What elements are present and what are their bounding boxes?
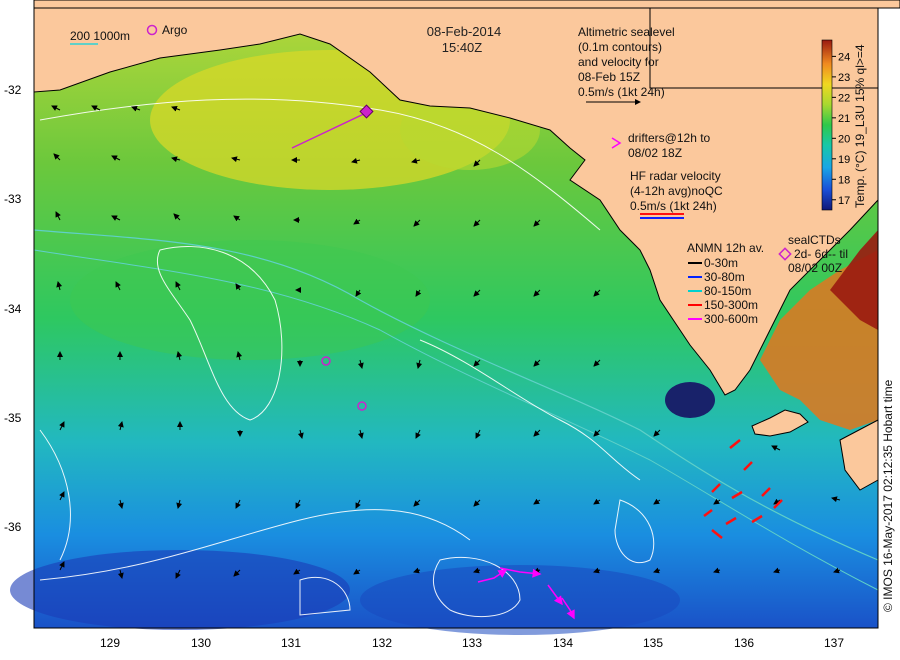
map-panel (10, 0, 900, 635)
hf-radar-legend: HF radar velocity (4-12h avg)noQC 0.5m/s… (630, 169, 723, 219)
altimetry-line: Altimetric sealevel (578, 25, 675, 39)
x-tick-label: 132 (372, 636, 392, 650)
colorbar-tick-label: 19 (838, 154, 850, 166)
altimetry-scale: 0.5m/s (1kt 24h) (578, 85, 665, 99)
y-tick-label: -34 (4, 302, 22, 316)
anmn-item-label: 150-300m (704, 298, 758, 312)
colorbar-ramp (821, 39, 833, 211)
x-tick-label: 135 (643, 636, 663, 650)
anmn-item-label: 300-600m (704, 312, 758, 326)
y-tick-label: -35 (4, 411, 22, 425)
x-tick-label: 130 (191, 636, 211, 650)
seal-ctd-legend: sealCTDs 2d- 6d-- til 08/02 00Z (778, 233, 848, 275)
altimetry-line: (0.1m contours) (578, 40, 662, 54)
colorbar-tick-label: 24 (838, 51, 850, 63)
x-tick-label: 129 (100, 636, 120, 650)
colorbar-tick-label: 22 (838, 92, 850, 104)
hf-radar-line: HF radar velocity (630, 169, 721, 183)
anmn-item-label: 0-30m (704, 256, 738, 270)
y-tick-label: -32 (4, 83, 22, 97)
y-tick-label: -33 (4, 192, 22, 206)
hf-radar-line: (4-12h avg)noQC (630, 184, 723, 198)
cool-patch (70, 240, 430, 360)
map-date: 08-Feb-2014 (427, 24, 501, 39)
bathymetry-legend-label: 200 1000m (70, 29, 130, 43)
x-tick-label: 137 (824, 636, 844, 650)
anmn-item-label: 80-150m (704, 284, 751, 298)
seal-ctd-line: 08/02 00Z (788, 261, 842, 275)
sst-map: 129 130 131 132 133 134 135 136 137 -32 … (4, 0, 900, 650)
x-tick-label: 131 (281, 636, 301, 650)
x-tick-label: 134 (553, 636, 573, 650)
altimetry-line: 08-Feb 15Z (578, 70, 640, 84)
credit-text: © IMOS 16-May-2017 02:12:35 Hobart time (881, 379, 895, 612)
seal-ctd-line: 2d- 6d-- til (794, 247, 848, 261)
hf-radar-line: 0.5m/s (1kt 24h) (630, 199, 717, 213)
cold-patch (10, 550, 350, 630)
x-tick-label: 136 (734, 636, 754, 650)
y-axis: -32 -33 -34 -35 -36 (4, 83, 22, 534)
x-tick-label: 133 (462, 636, 482, 650)
map-time: 15:40Z (442, 40, 483, 55)
anmn-title: ANMN 12h av. (687, 241, 764, 255)
seal-ctd-title: sealCTDs (788, 233, 841, 247)
drifters-line: drifters@12h to (628, 131, 711, 145)
colorbar-tick-label: 17 (838, 195, 850, 207)
colorbar-title: Temp. (°C) 19_L3U 15% ql>=4 (853, 44, 867, 208)
colorbar-tick-label: 20 (838, 133, 850, 145)
drifters-line: 08/02 18Z (628, 146, 682, 160)
colorbar-tick-label: 18 (838, 174, 850, 186)
argo-legend-label: Argo (162, 23, 188, 37)
altimetry-line: and velocity for (578, 55, 659, 69)
anmn-item-label: 30-80m (704, 270, 745, 284)
colorbar-tick-label: 23 (838, 72, 850, 84)
upwelling-patch (665, 382, 715, 418)
x-axis: 129 130 131 132 133 134 135 136 137 (100, 636, 844, 650)
colorbar-tick-label: 21 (838, 113, 850, 125)
y-tick-label: -36 (4, 520, 22, 534)
